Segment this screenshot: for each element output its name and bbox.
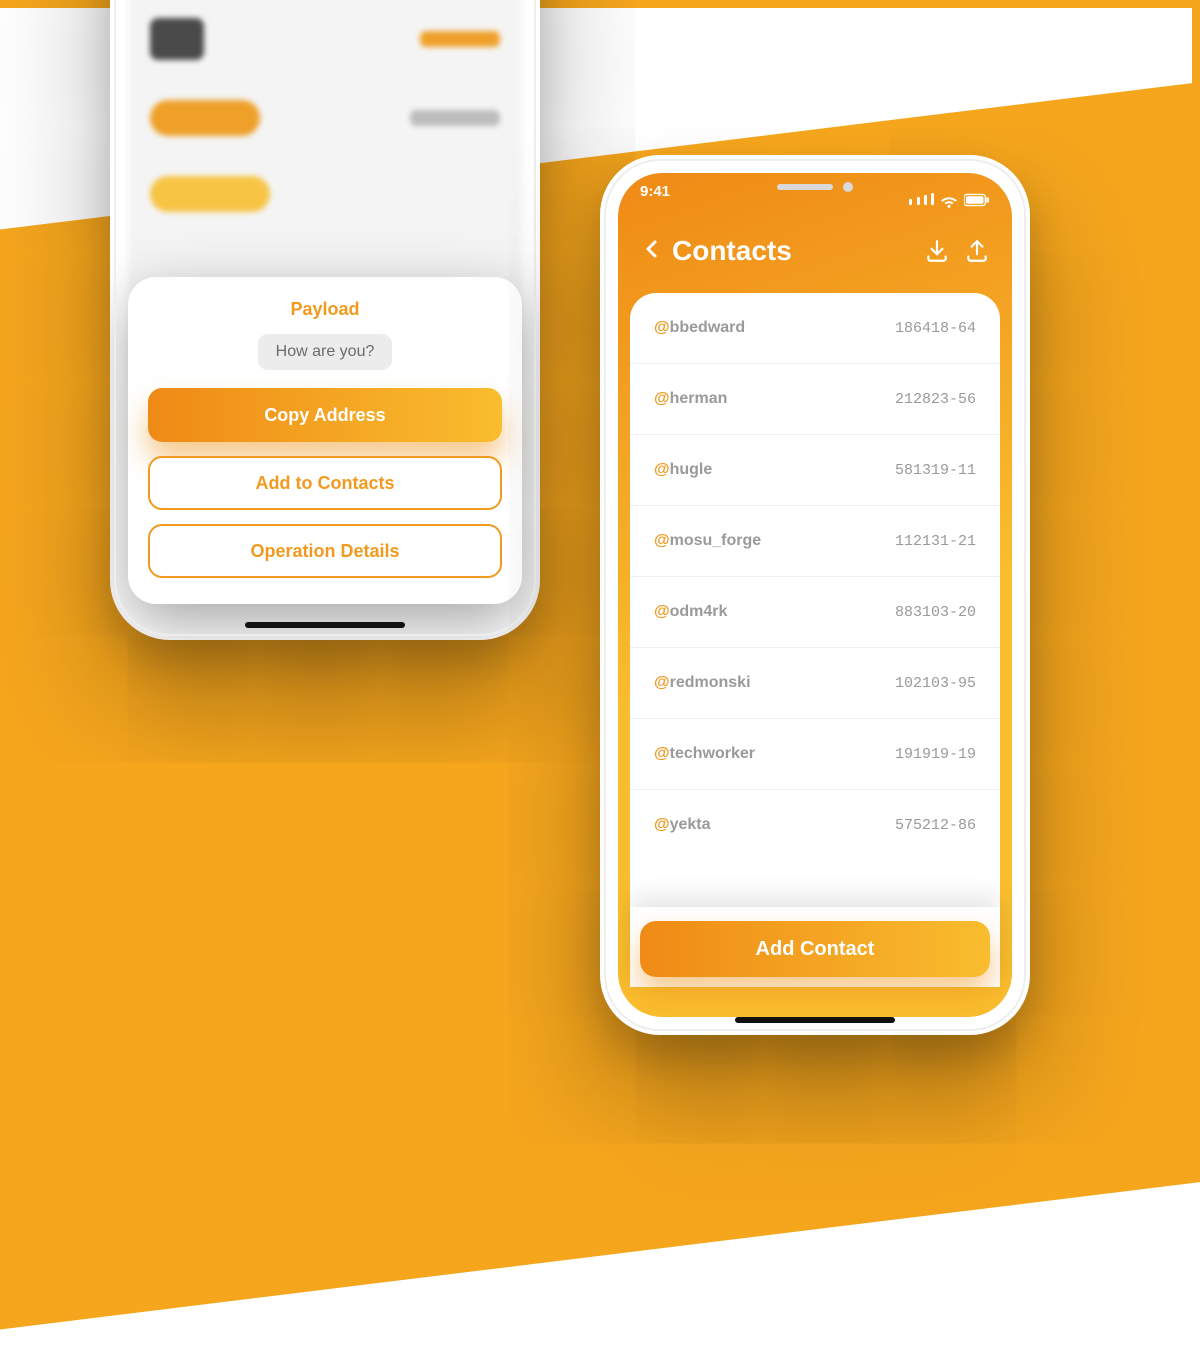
contact-handle: @herman [654, 390, 727, 408]
phone-mockup-right: 9:41 Contac [600, 155, 1030, 1035]
export-icon[interactable] [964, 238, 990, 264]
contact-id: 112131-21 [895, 533, 976, 550]
operation-details-button[interactable]: Operation Details [148, 524, 502, 578]
contact-row[interactable]: @hugle 581319-11 [630, 435, 1000, 506]
contact-id: 575212-86 [895, 817, 976, 834]
cta-wrap: Add Contact [630, 907, 1000, 987]
payload-sheet: Payload How are you? Copy Address Add to… [128, 277, 522, 604]
contact-id: 186418-64 [895, 320, 976, 337]
contact-id: 191919-19 [895, 746, 976, 763]
contact-row[interactable]: @redmonski 102103-95 [630, 648, 1000, 719]
home-indicator [245, 622, 405, 628]
import-icon[interactable] [924, 238, 950, 264]
payload-chip: How are you? [258, 334, 393, 370]
contact-id: 581319-11 [895, 462, 976, 479]
add-contact-button[interactable]: Add Contact [640, 921, 990, 977]
contact-row[interactable]: @herman 212823-56 [630, 364, 1000, 435]
contacts-header: Contacts [618, 217, 1012, 293]
home-indicator [735, 1017, 895, 1023]
wifi-icon [940, 191, 958, 209]
copy-address-button[interactable]: Copy Address [148, 388, 502, 442]
back-icon[interactable] [640, 237, 664, 265]
signal-icon [909, 192, 934, 209]
contact-handle: @mosu_forge [654, 532, 761, 550]
status-time: 9:41 [640, 183, 670, 217]
add-to-contacts-button[interactable]: Add to Contacts [148, 456, 502, 510]
contacts-screen: 9:41 Contac [618, 173, 1012, 1017]
contact-handle: @odm4rk [654, 603, 727, 621]
contacts-list: @bbedward 186418-64 @herman 212823-56 @h… [630, 293, 1000, 913]
contact-handle: @bbedward [654, 319, 745, 337]
contact-id: 883103-20 [895, 604, 976, 621]
phone-mockup-left: Payload How are you? Copy Address Add to… [110, 0, 540, 640]
battery-icon [964, 193, 990, 207]
contact-id: 212823-56 [895, 391, 976, 408]
contact-row[interactable]: @techworker 191919-19 [630, 719, 1000, 790]
contact-handle: @yekta [654, 816, 711, 834]
contact-handle: @techworker [654, 745, 755, 763]
sheet-title: Payload [148, 299, 502, 320]
phone-notch [725, 173, 905, 201]
contact-row[interactable]: @bbedward 186418-64 [630, 293, 1000, 364]
contact-id: 102103-95 [895, 675, 976, 692]
page-title: Contacts [672, 235, 792, 267]
contact-row[interactable]: @yekta 575212-86 [630, 790, 1000, 860]
contact-handle: @redmonski [654, 674, 751, 692]
contact-row[interactable]: @mosu_forge 112131-21 [630, 506, 1000, 577]
contact-handle: @hugle [654, 461, 712, 479]
contact-row[interactable]: @odm4rk 883103-20 [630, 577, 1000, 648]
